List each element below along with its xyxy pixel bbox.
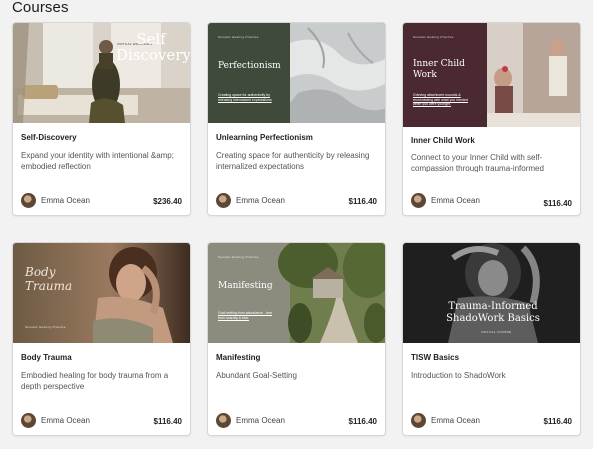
course-price: $116.40: [543, 199, 572, 208]
instructor-avatar: [21, 413, 36, 428]
course-card-tisw-basics[interactable]: Trauma-Informed ShadoWork Basics VIRTUAL…: [402, 242, 581, 436]
thumbnail-caption: Somatic Healing Practice: [218, 255, 259, 259]
instructor-avatar: [21, 193, 36, 208]
instructor-name: Emma Ocean: [431, 196, 480, 205]
instructor-avatar: [411, 193, 426, 208]
course-price: $116.40: [153, 417, 182, 426]
thumbnail-subtitle: Creating space for authenticity by relea…: [218, 93, 272, 102]
course-title[interactable]: Inner Child Work: [411, 136, 475, 145]
course-card-manifesting[interactable]: Somatic Healing Practice Manifesting Goa…: [207, 242, 386, 436]
course-price: $116.40: [543, 417, 572, 426]
course-description: Connect to your Inner Child with self-co…: [411, 153, 544, 172]
course-card-inner-child-work[interactable]: Somatic Healing Practice Inner Child Wor…: [402, 22, 581, 216]
course-title[interactable]: Manifesting: [216, 353, 260, 362]
thumbnail-caption: Somatic Healing Practice: [25, 325, 66, 329]
course-price: $116.40: [348, 417, 377, 426]
course-description: Creating space for authenticity by relea…: [216, 151, 370, 170]
instructor-name: Emma Ocean: [41, 416, 90, 425]
thumbnail-title: Body Trauma: [25, 265, 73, 293]
thumbnail-title: Trauma-Informed ShadoWork Basics: [446, 301, 540, 324]
instructor-name: Emma Ocean: [236, 196, 285, 205]
instructor-name: Emma Ocean: [41, 196, 90, 205]
course-thumbnail[interactable]: Trauma-Informed ShadoWork Basics VIRTUAL…: [403, 243, 580, 343]
course-card-body-trauma[interactable]: Body Trauma Somatic Healing Practice Bod…: [12, 242, 191, 436]
thumbnail-caption: Somatic Healing Practice: [413, 35, 454, 39]
course-title[interactable]: Body Trauma: [21, 353, 72, 362]
course-thumbnail[interactable]: Somatic Healing Practice Manifesting Goa…: [208, 243, 385, 343]
bw-portrait-photo: [403, 243, 580, 343]
course-price: $116.40: [348, 197, 377, 206]
course-thumbnail[interactable]: Body Trauma Somatic Healing Practice: [13, 243, 190, 343]
instructor-avatar: [411, 413, 426, 428]
course-description: Abundant Goal-Setting: [216, 371, 297, 380]
course-card-self-discovery[interactable]: VIRTUAL WORKSHOP Self Discovery Self-Dis…: [12, 22, 191, 216]
course-thumbnail[interactable]: Somatic Healing Practice Perfectionism C…: [208, 23, 385, 123]
thumbnail-caption: VIRTUAL COURSE: [481, 330, 512, 334]
thumbnail-title: Self Discovery: [116, 30, 190, 64]
thumbnail-subtitle: Grieving attachment wounds & reconnectin…: [413, 93, 468, 106]
course-thumbnail[interactable]: VIRTUAL WORKSHOP Self Discovery: [13, 23, 190, 123]
course-thumbnail[interactable]: Somatic Healing Practice Inner Child Wor…: [403, 23, 580, 127]
instructor-name: Emma Ocean: [431, 416, 480, 425]
thumbnail-caption: Somatic Healing Practice: [218, 35, 259, 39]
course-description: Expand your identity with intentional &a…: [21, 151, 174, 170]
course-price: $236.40: [153, 197, 182, 206]
course-title[interactable]: TISW Basics: [411, 353, 459, 362]
instructor-avatar: [216, 193, 231, 208]
thumbnail-title: Manifesting: [218, 281, 273, 291]
thumbnail-title: Inner Child Work: [413, 59, 465, 80]
instructor-avatar: [216, 413, 231, 428]
course-description: Embodied healing for body trauma from a …: [21, 371, 169, 390]
page-title: Courses: [12, 0, 69, 16]
course-description: Introduction to ShadoWork: [411, 371, 506, 380]
course-card-unlearning-perfectionism[interactable]: Somatic Healing Practice Perfectionism C…: [207, 22, 386, 216]
thumbnail-title: Perfectionism: [218, 61, 281, 71]
thumbnail-subtitle: Goal setting from abundance - free from …: [218, 311, 273, 320]
course-title[interactable]: Self-Discovery: [21, 133, 77, 142]
instructor-name: Emma Ocean: [236, 416, 285, 425]
course-title[interactable]: Unlearning Perfectionism: [216, 133, 313, 142]
